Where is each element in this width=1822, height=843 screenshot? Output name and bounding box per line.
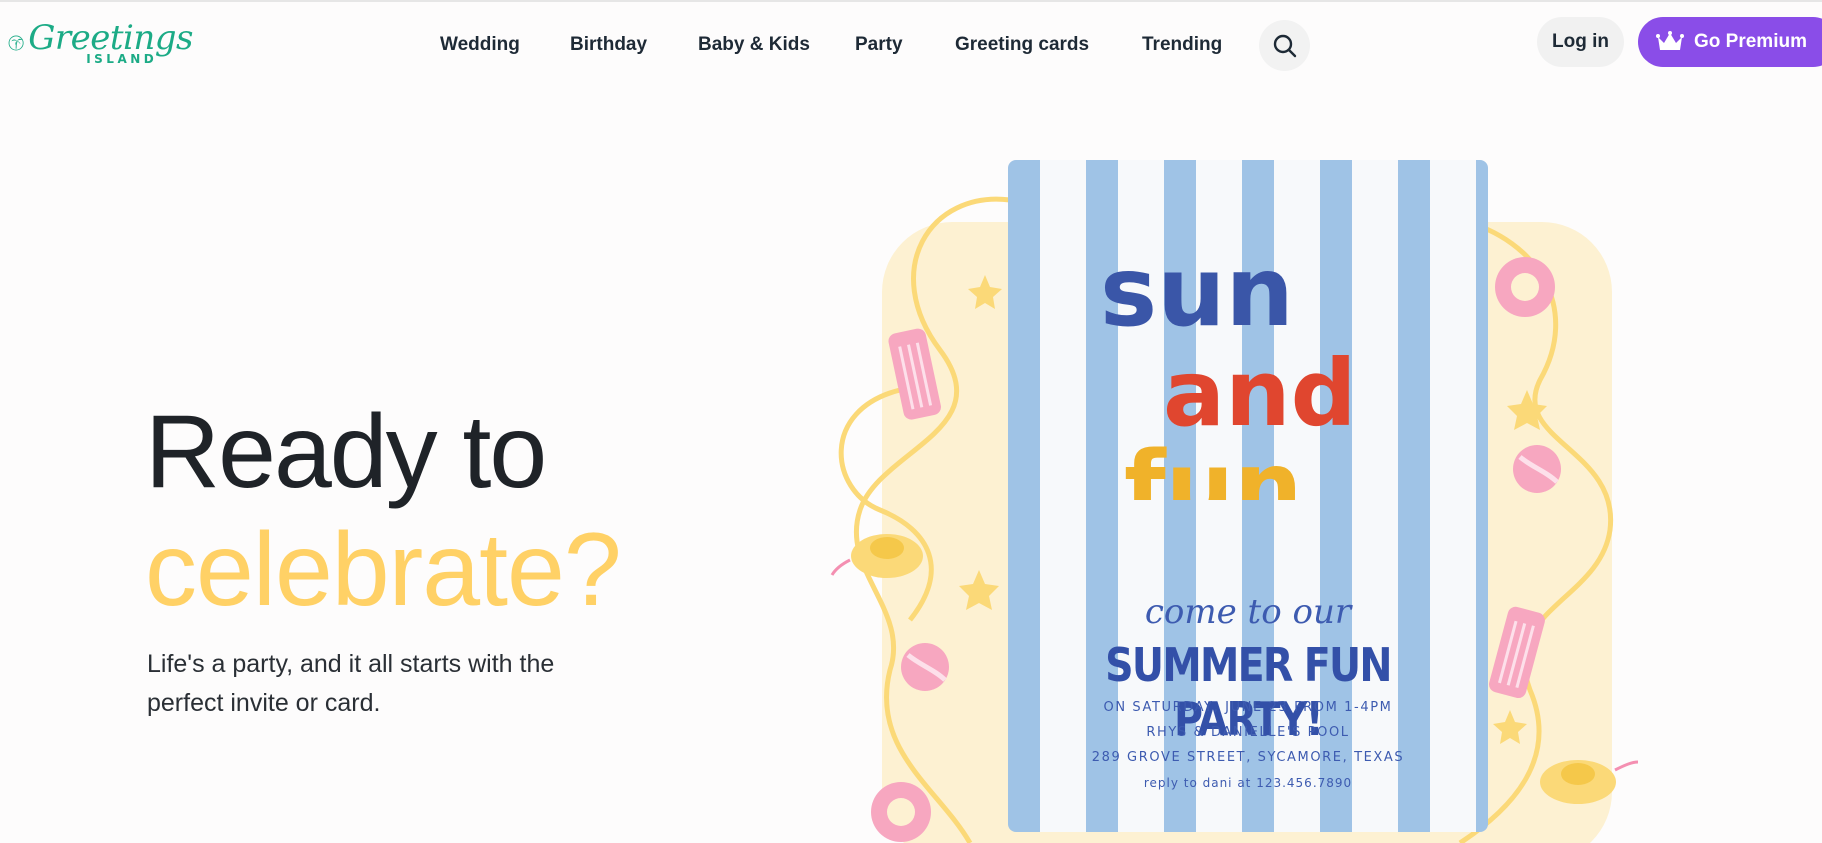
crown-icon [1656,31,1684,50]
go-premium-label: Go Premium [1694,31,1807,52]
palm-tree-icon [8,35,24,51]
login-button[interactable]: Log in [1537,17,1624,67]
search-icon [1273,34,1296,57]
invite-date: ON SATURDAY, JUNE 23 FROM 1-4PM [1103,700,1393,715]
sun-and-fun-headline: sun and fun [1100,236,1356,500]
hero-title-line1: Ready to [145,394,547,510]
logo-subtitle: ISLAND [86,52,158,66]
invite-rsvp: reply to dani at 123.456.7890 [1143,776,1353,790]
nav-item-party[interactable]: Party [855,34,903,56]
go-premium-button[interactable]: Go Premium [1638,17,1822,67]
hero-title-line2: celebrate? [145,512,622,628]
invite-come-to-our: come to our [1144,592,1352,632]
nav-item-trending[interactable]: Trending [1142,34,1222,56]
nav-item-birthday[interactable]: Birthday [570,34,647,56]
hero-subtitle: Life's a party, and it all starts with t… [147,650,555,717]
greetings-island-logo[interactable]: Greetings ISLAND [8,16,193,70]
top-border [0,0,1822,2]
nav-item-greeting-cards[interactable]: Greeting cards [955,34,1089,56]
invite-address: 289 GROVE STREET, SYCAMORE, TEXAS [1091,750,1405,765]
nav-item-baby-kids[interactable]: Baby & Kids [698,34,810,56]
headline-word-sun: sun [1100,236,1294,348]
logo-wordmark: Greetings [28,18,193,58]
nav-item-wedding[interactable]: Wedding [440,34,520,56]
search-button[interactable] [1259,20,1310,71]
invitation-card-preview[interactable]: sun and fun come to our SUMMER FUN PARTY… [1008,160,1488,832]
invite-place: RHYS & DANIELLE'S POOL [1146,725,1350,740]
headline-word-fun: fun [1124,431,1302,500]
